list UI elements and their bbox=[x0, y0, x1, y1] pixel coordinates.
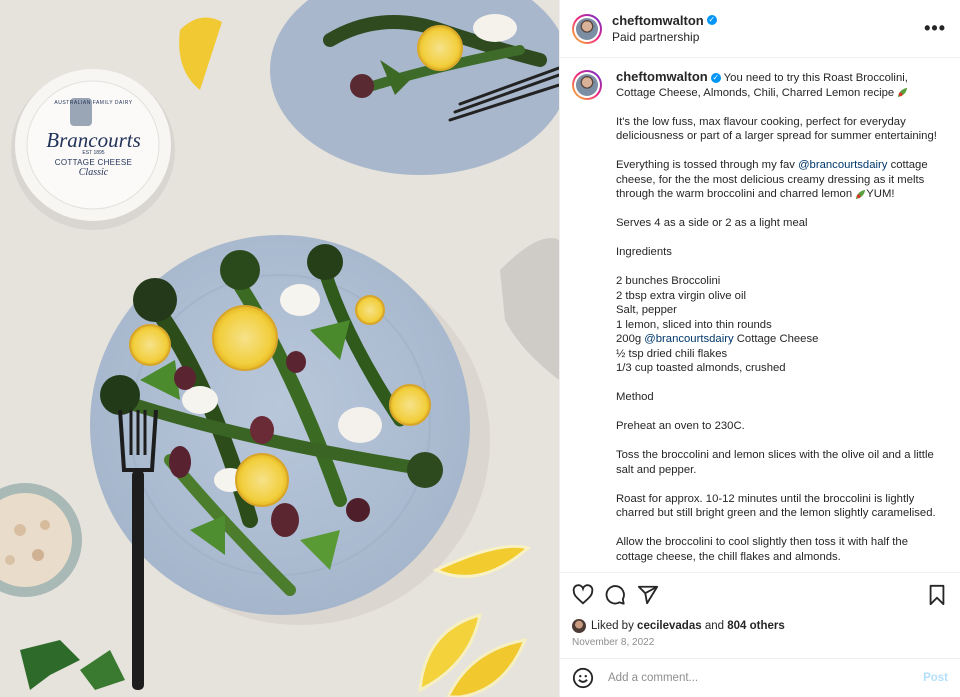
caption-username[interactable]: cheftomwalton bbox=[616, 69, 708, 84]
caption-text: cheftomwalton ✓ You need to try this Roas… bbox=[616, 69, 948, 572]
ingredient-cheese-name: Cottage Cheese bbox=[736, 333, 819, 345]
method-step: Toss the broccolini and lemon slices wit… bbox=[616, 449, 934, 476]
emoji-icon[interactable] bbox=[572, 667, 594, 689]
mention-link[interactable]: @brancourtsdairy bbox=[798, 159, 887, 171]
mention-link[interactable]: @brancourtsdairy bbox=[644, 333, 733, 345]
ingredient-cheese-qty: 200g bbox=[616, 333, 642, 345]
liked-prefix: Liked by bbox=[591, 620, 634, 632]
method-heading: Method bbox=[616, 391, 654, 403]
liked-user[interactable]: cecilevadas bbox=[637, 620, 702, 632]
jar-label: AUSTRALIAN FAMILY DAIRY Brancourts EST 1… bbox=[36, 100, 151, 178]
caption-para2a: Everything is tossed through my fav bbox=[616, 159, 795, 171]
caption-para2c: YUM! bbox=[866, 188, 895, 200]
parsley bbox=[20, 640, 80, 690]
liked-and: and bbox=[704, 620, 725, 632]
paid-partnership[interactable]: Paid partnership bbox=[612, 29, 717, 45]
comment-box: Post bbox=[560, 658, 960, 697]
ingredients-heading: Ingredients bbox=[616, 246, 672, 258]
ingredient-line: ½ tsp dried chili flakes bbox=[616, 347, 728, 360]
header-username[interactable]: cheftomwalton bbox=[612, 13, 704, 28]
caption-serves: Serves 4 as a side or 2 as a light meal bbox=[616, 217, 808, 229]
caption-para1: It's the low fuss, max flavour cooking, … bbox=[616, 115, 937, 143]
comment-input[interactable] bbox=[606, 671, 924, 685]
avatar-image bbox=[576, 17, 598, 40]
method-step: Preheat an oven to 230C. bbox=[616, 420, 745, 432]
leaf-icon bbox=[856, 189, 866, 199]
caption-avatar[interactable] bbox=[572, 70, 602, 100]
jar-variant: Classic bbox=[78, 167, 109, 178]
ingredient-line: 2 tbsp extra virgin olive oil bbox=[616, 289, 746, 302]
heart-icon[interactable] bbox=[572, 584, 594, 606]
likes-summary: Liked by cecilevadas and 804 others bbox=[572, 619, 785, 633]
jar-product: COTTAGE CHEESE bbox=[54, 158, 133, 167]
method-step: Roast for approx. 10-12 minutes until th… bbox=[616, 492, 936, 520]
ingredient-line: 1/3 cup toasted almonds, crushed bbox=[616, 362, 786, 374]
verified-icon: ✓ bbox=[710, 73, 721, 84]
jar-top-text: AUSTRALIAN FAMILY DAIRY bbox=[54, 100, 133, 106]
liker-avatar[interactable] bbox=[572, 619, 586, 633]
bookmark-icon[interactable] bbox=[926, 584, 948, 606]
post-date[interactable]: November 8, 2022 bbox=[572, 637, 654, 648]
avatar[interactable] bbox=[572, 14, 602, 44]
share-icon[interactable] bbox=[637, 584, 659, 606]
leaf-icon bbox=[898, 87, 908, 98]
method-step: Allow the broccolini to cool slightly th… bbox=[616, 536, 908, 563]
verified-icon: ✓ bbox=[706, 15, 717, 26]
more-icon[interactable]: ••• bbox=[924, 18, 946, 39]
jar-brand: Brancourts bbox=[46, 128, 141, 152]
post-photo[interactable]: AUSTRALIAN FAMILY DAIRY Brancourts EST 1… bbox=[0, 0, 559, 697]
caption-area: cheftomwalton ✓ You need to try this Roas… bbox=[560, 58, 960, 572]
ingredient-line: Salt, pepper bbox=[616, 304, 677, 316]
avatar-image bbox=[576, 74, 598, 96]
ingredient-line: 2 bunches Broccolini bbox=[616, 275, 721, 287]
ingredient-line: 1 lemon, sliced into thin rounds bbox=[616, 318, 772, 331]
post-panel: cheftomwalton ✓ Paid partnership ••• chef… bbox=[559, 0, 960, 697]
comment-icon[interactable] bbox=[604, 584, 626, 606]
post-button[interactable]: Post bbox=[923, 672, 948, 684]
post-header: cheftomwalton ✓ Paid partnership ••• bbox=[560, 0, 960, 58]
liked-count[interactable]: 804 others bbox=[727, 620, 785, 632]
almond-bowl bbox=[0, 483, 82, 597]
